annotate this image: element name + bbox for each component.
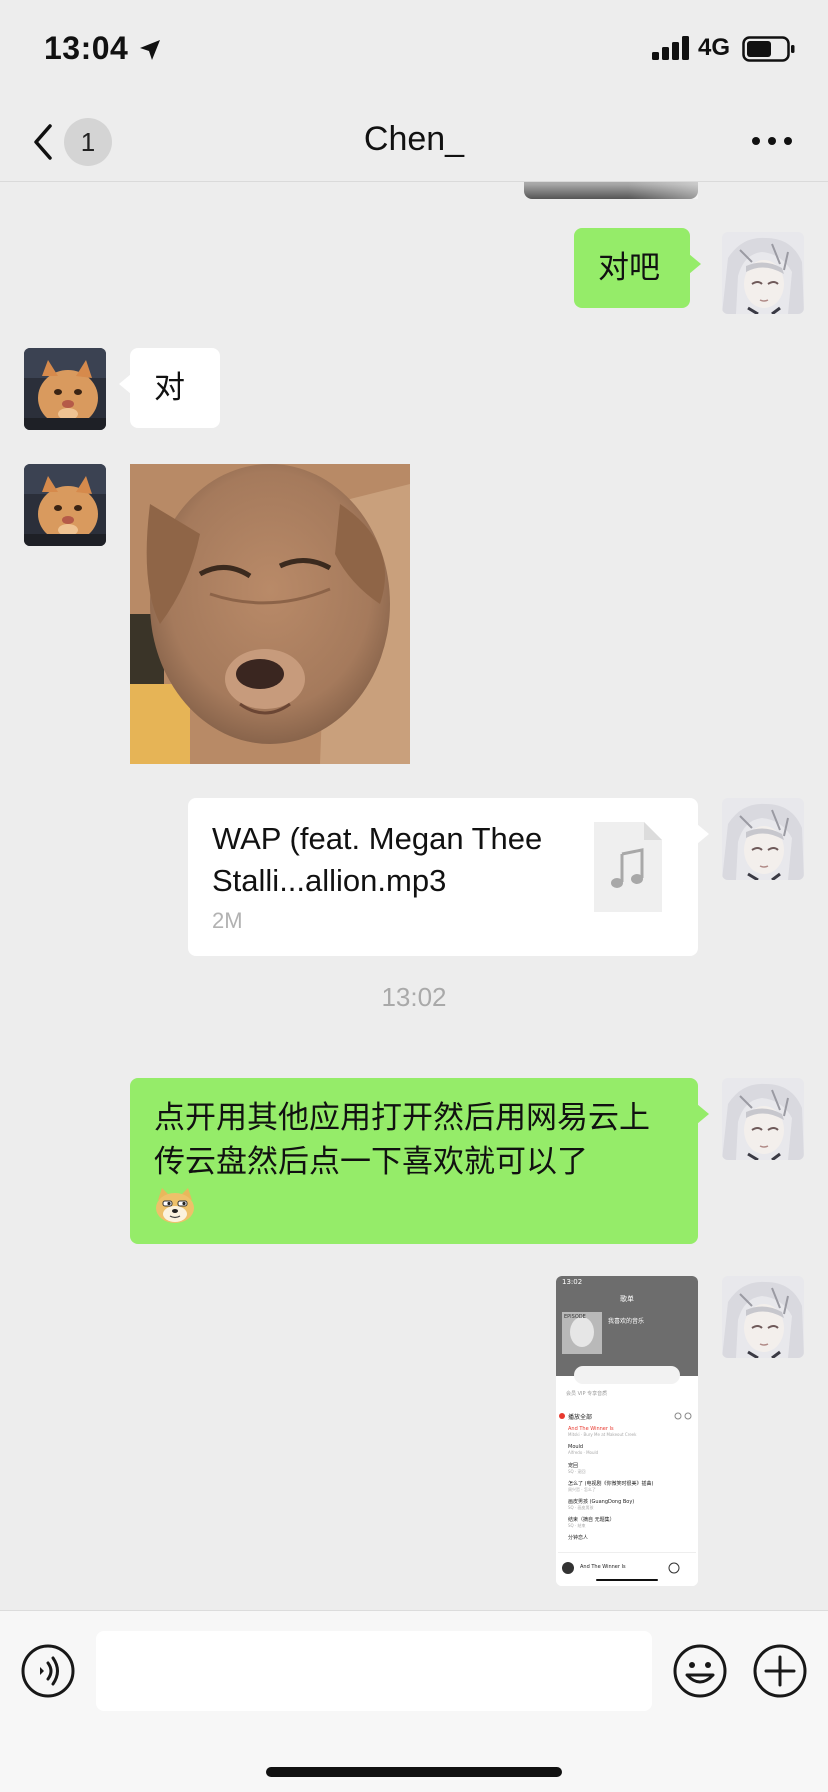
message-list[interactable]: 对吧 对 WAP (feat. Megan Thee Stalli...alli… (0, 182, 828, 1610)
thumb-cover-text: EPISODE (564, 1314, 586, 1320)
thumb-track-row: 分钟恋人 (568, 1534, 678, 1548)
battery-icon (742, 36, 795, 62)
contact-avatar[interactable] (24, 348, 106, 430)
message-text: 点开用其他应用打开然后用网易云上传云盘然后点一下喜欢就可以了 (154, 1100, 650, 1180)
thumb-play-all: 播放全部 (568, 1414, 593, 1421)
my-avatar[interactable] (722, 798, 804, 880)
thumb-track-row: Mould Alfredo · Mould (568, 1444, 678, 1462)
thumb-track-title: 画皮男孩 (GuangDong Boy) (568, 1499, 635, 1505)
unread-badge[interactable]: 1 (64, 118, 112, 166)
thumb-track-list: And The Winner Is Mitski · Bury Me at Ma… (568, 1426, 678, 1548)
message-text: 对吧 (598, 250, 660, 286)
thumb-album-title: 我喜欢的音乐 (608, 1318, 645, 1325)
thumb-track-sub: SQ · 宠回 (568, 1469, 586, 1474)
location-arrow-icon (140, 40, 160, 60)
thumb-track-title: 怎么了 (电视剧《你微笑时很美》插曲) (568, 1481, 654, 1487)
my-avatar[interactable] (722, 232, 804, 314)
more-options-icon[interactable] (750, 126, 794, 156)
thumb-track-row: And The Winner Is Mitski · Bury Me at Ma… (568, 1426, 678, 1444)
back-chevron-icon[interactable] (30, 122, 58, 162)
my-avatar[interactable] (722, 1276, 804, 1358)
thumb-time: 13:02 (562, 1278, 583, 1286)
input-toolbar (0, 1610, 828, 1792)
doge-emoji-icon (156, 1188, 194, 1223)
thumb-track-sub: Mitski · Bury Me at Makeout Creek (568, 1432, 637, 1437)
message-text: 对 (154, 370, 185, 406)
thumb-track-row: 结束（摘自 无题集） SQ · 结束 (568, 1516, 678, 1534)
thumb-track-row: 宠回 SQ · 宠回 (568, 1462, 678, 1480)
thumb-track-sub: 周兴哲 · 怎么了 (568, 1487, 596, 1492)
image-message-dog[interactable] (130, 464, 410, 764)
thumb-vip-bar: 会员 VIP 专享音质 (566, 1391, 608, 1397)
home-indicator (266, 1767, 562, 1777)
message-bubble-received[interactable]: 对 (119, 348, 220, 428)
chat-header: 1 Chen_ (0, 100, 828, 182)
thumb-now-playing: And The Winner Is (580, 1564, 626, 1570)
status-bar: 13:04 4G (0, 0, 828, 100)
partial-image-message[interactable] (524, 182, 698, 199)
thumb-track-sub: SQ · 结束 (568, 1523, 586, 1528)
chat-title: Chen_ (363, 120, 465, 158)
thumb-track-sub: Alfredo · Mould (568, 1450, 599, 1455)
emoji-icon[interactable] (672, 1643, 728, 1699)
my-avatar[interactable] (722, 1078, 804, 1160)
thumb-track-sub: SQ · 画皮男孩 (568, 1505, 594, 1510)
thumb-track-title: 结束（摘自 无题集） (568, 1517, 615, 1523)
file-name: WAP (feat. Megan Thee Stalli...allion.mp… (212, 821, 543, 898)
file-message[interactable]: WAP (feat. Megan Thee Stalli...allion.mp… (188, 798, 709, 956)
message-timestamp: 13:02 (381, 982, 447, 1012)
image-message-screenshot[interactable]: 13:02 歌单 EPISODE 我喜欢的音乐 会员 VIP 专享音质 播放全部… (556, 1276, 698, 1586)
thumb-track-title: 宠回 (568, 1463, 579, 1469)
contact-avatar[interactable] (24, 464, 106, 546)
signal-icon (652, 36, 689, 60)
thumb-track-title: 分钟恋人 (568, 1535, 589, 1541)
thumb-track-row: 怎么了 (电视剧《你微笑时很美》插曲) 周兴哲 · 怎么了 (568, 1480, 678, 1498)
status-time: 13:04 (44, 30, 129, 66)
voice-input-icon[interactable] (20, 1643, 76, 1699)
thumb-track-row: 画皮男孩 (GuangDong Boy) SQ · 画皮男孩 (568, 1498, 678, 1516)
network-type: 4G (698, 34, 731, 61)
add-more-icon[interactable] (752, 1643, 808, 1699)
thumb-header: 歌单 (620, 1295, 634, 1303)
music-file-icon (594, 822, 662, 912)
message-bubble-sent[interactable]: 对吧 (574, 228, 701, 308)
file-size: 2M (212, 908, 243, 933)
message-input[interactable] (96, 1631, 652, 1711)
message-bubble-sent[interactable]: 点开用其他应用打开然后用网易云上传云盘然后点一下喜欢就可以了 (130, 1078, 709, 1244)
